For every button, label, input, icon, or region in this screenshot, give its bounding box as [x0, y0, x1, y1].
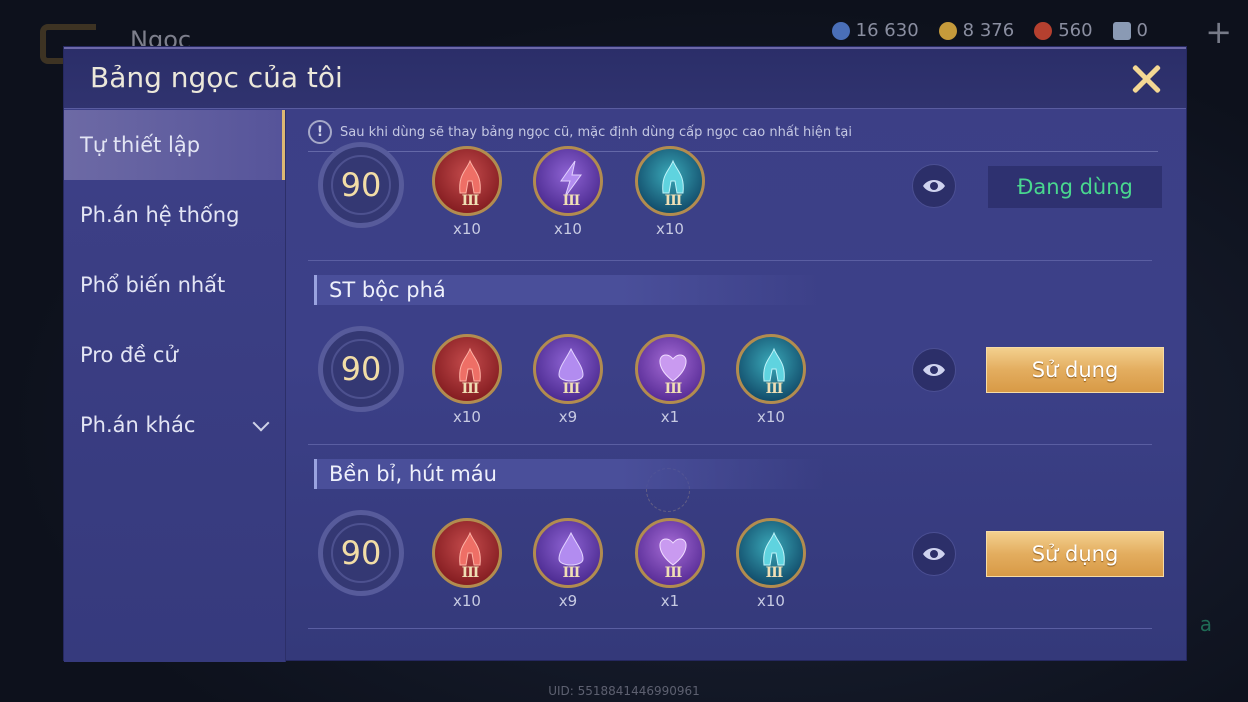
rune-teal[interactable]: III x10: [736, 518, 806, 610]
eye-icon: [923, 364, 945, 376]
in-use-label: Đang dùng: [988, 166, 1162, 208]
sidebar-item-label: Ph.án khác: [80, 413, 196, 437]
rune-heart[interactable]: III x1: [635, 518, 705, 610]
rune-purple[interactable]: III x9: [533, 334, 603, 426]
sidebar-item-custom[interactable]: Tự thiết lập: [64, 110, 285, 180]
level-value: 90: [331, 339, 391, 399]
rune-count: x10: [453, 220, 481, 238]
sidebar-item-label: Ph.án hệ thống: [80, 203, 240, 227]
level-value: 90: [331, 523, 391, 583]
preview-button[interactable]: [912, 532, 956, 576]
red-rune-icon: III: [432, 518, 502, 588]
heart-rune-icon: III: [635, 334, 705, 404]
rune-purple[interactable]: III x9: [533, 518, 603, 610]
drop-rune-icon: III: [533, 518, 603, 588]
rune-count: x10: [554, 220, 582, 238]
heart-rune-icon: III: [635, 518, 705, 588]
use-button[interactable]: Sử dụng: [986, 531, 1164, 577]
background-corner-text: a: [1199, 612, 1212, 636]
blue-coin-icon: [831, 21, 850, 40]
rune-count: x10: [453, 408, 481, 426]
gold-coin-icon: [938, 21, 957, 40]
set-title: Bền bỉ, hút máu: [314, 459, 824, 489]
notice-text: Sau khi dùng sẽ thay bảng ngọc cũ, mặc đ…: [340, 124, 852, 140]
sidebar-item-system[interactable]: Ph.án hệ thống: [64, 180, 285, 250]
rune-count: x10: [656, 220, 684, 238]
currency-gold: 8 376: [938, 20, 1014, 41]
rune-count: x9: [558, 592, 578, 610]
eye-icon: [923, 548, 945, 560]
rune-count: x1: [660, 592, 680, 610]
sidebar-item-label: Tự thiết lập: [80, 133, 201, 157]
red-gem-icon: [1034, 21, 1053, 40]
drop-rune-icon: III: [533, 334, 603, 404]
sidebar: Tự thiết lập Ph.án hệ thống Phổ biến nhấ…: [64, 110, 286, 662]
uid-label: UID: 5518841446990961: [548, 684, 700, 698]
sidebar-item-pro[interactable]: Pro đề cử: [64, 320, 285, 390]
level-badge: 90: [318, 326, 404, 412]
currency-red: 560: [1034, 20, 1093, 41]
divider: [308, 628, 1152, 629]
teal-rune-icon: III: [635, 146, 705, 216]
warning-icon: !: [308, 120, 332, 144]
rune-count: x10: [757, 592, 785, 610]
rune-red[interactable]: III x10: [432, 334, 502, 426]
voucher-icon: [1112, 21, 1131, 40]
divider: [308, 444, 1152, 445]
my-rune-page-modal: Bảng ngọc của tôi Tự thiết lập Ph.án hệ …: [64, 47, 1186, 662]
sidebar-item-label: Phổ biến nhất: [80, 273, 226, 297]
modal-header: Bảng ngọc của tôi: [64, 49, 1186, 109]
close-icon[interactable]: [1126, 59, 1166, 99]
rune-count: x9: [558, 408, 578, 426]
currency-voucher: 0: [1112, 20, 1148, 41]
level-badge: 90: [318, 142, 404, 228]
preview-button[interactable]: [912, 164, 956, 208]
lightning-rune-icon: III: [533, 146, 603, 216]
red-rune-icon: III: [432, 146, 502, 216]
sidebar-item-popular[interactable]: Phổ biến nhất: [64, 250, 285, 320]
rune-count: x1: [660, 408, 680, 426]
rune-set-list[interactable]: ! Sau khi dùng sẽ thay bảng ngọc cũ, mặc…: [286, 110, 1186, 662]
rune-red[interactable]: III x10: [432, 518, 502, 610]
notice: ! Sau khi dùng sẽ thay bảng ngọc cũ, mặc…: [308, 120, 852, 144]
sidebar-item-other[interactable]: Ph.án khác: [64, 390, 285, 460]
red-rune-icon: III: [432, 334, 502, 404]
chevron-down-icon: [252, 414, 270, 432]
rune-red[interactable]: III x10: [432, 146, 502, 238]
teal-rune-icon: III: [736, 518, 806, 588]
rune-count: x10: [757, 408, 785, 426]
set-title: ST bộc phá: [314, 275, 824, 305]
modal-title: Bảng ngọc của tôi: [90, 61, 343, 94]
rune-purple[interactable]: III x10: [533, 146, 603, 238]
currency-bar: 16 630 8 376 560 0: [831, 20, 1148, 41]
rune-teal[interactable]: III x10: [635, 146, 705, 238]
divider: [308, 260, 1152, 261]
rune-teal[interactable]: III x10: [736, 334, 806, 426]
level-value: 90: [331, 155, 391, 215]
preview-button[interactable]: [912, 348, 956, 392]
level-badge: 90: [318, 510, 404, 596]
rune-count: x10: [453, 592, 481, 610]
currency-blue: 16 630: [831, 20, 919, 41]
use-button[interactable]: Sử dụng: [986, 347, 1164, 393]
sidebar-item-label: Pro đề cử: [80, 343, 178, 367]
add-currency-button[interactable]: +: [1205, 16, 1232, 48]
eye-icon: [923, 180, 945, 192]
teal-rune-icon: III: [736, 334, 806, 404]
rune-heart[interactable]: III x1: [635, 334, 705, 426]
